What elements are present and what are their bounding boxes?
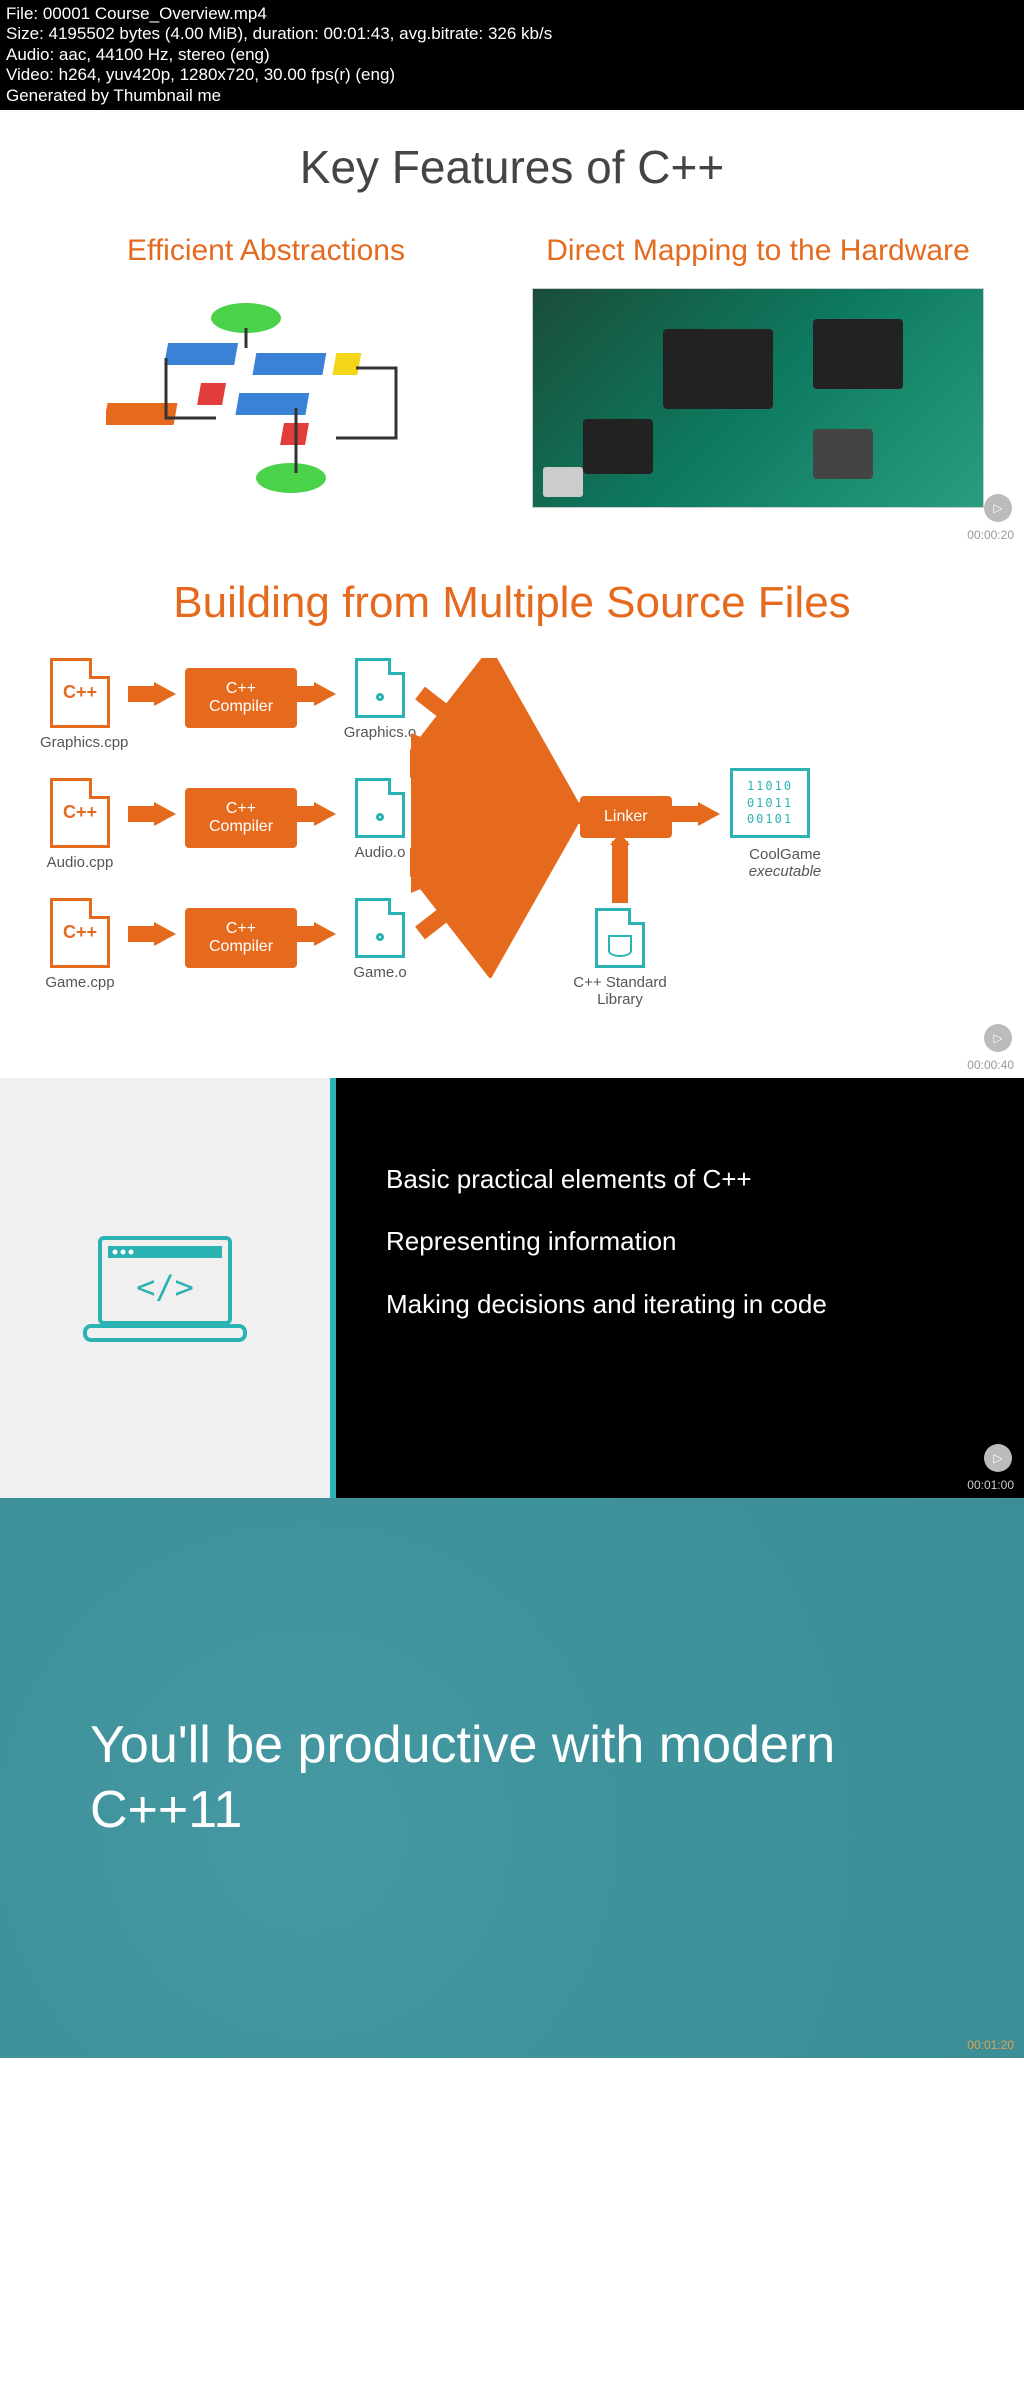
build-diagram: C++ Graphics.cpp C++ Compiler Graphics.o… <box>30 658 994 1038</box>
slide-bullets: </> Basic practical elements of C++ Repr… <box>0 1078 1024 1498</box>
file-info-header: File: 00001 Course_Overview.mp4 Size: 41… <box>0 0 1024 110</box>
feature-hardware: Direct Mapping to the Hardware <box>532 234 984 508</box>
arrow-icon <box>314 682 336 706</box>
arrow-icon <box>128 806 156 822</box>
object-file-icon <box>355 778 405 838</box>
compiler-box-2: C++ Compiler <box>185 788 297 848</box>
laptop-code-icon: </> <box>75 1228 255 1348</box>
arrow-icon <box>698 802 720 826</box>
cpp-file-icon: C++ <box>50 898 110 968</box>
arrow-icon <box>670 806 700 822</box>
audio-cpp-file: C++ Audio.cpp <box>40 778 120 871</box>
arrow-icon <box>154 802 176 826</box>
cpp-file-icon: C++ <box>50 778 110 848</box>
compiler-box-3: C++ Compiler <box>185 908 297 968</box>
timestamp-4: 00:01:20 <box>967 2038 1014 2052</box>
file-size-line: Size: 4195502 bytes (4.00 MiB), duration… <box>6 24 1018 44</box>
slide3-content: Basic practical elements of C++ Represen… <box>330 1078 1024 1498</box>
file-generator-line: Generated by Thumbnail me <box>6 86 1018 106</box>
exe-sub-label: executable <box>730 863 840 880</box>
graphics-cpp-label: Graphics.cpp <box>40 734 120 751</box>
arrow-icon <box>314 802 336 826</box>
circuit-board-icon <box>532 288 984 508</box>
arrow-icon <box>154 682 176 706</box>
audio-o-file: Audio.o <box>340 778 420 861</box>
object-file-icon <box>355 658 405 718</box>
timestamp-2: 00:00:40 <box>967 1058 1014 1072</box>
arrow-up-icon <box>605 833 635 908</box>
game-cpp-label: Game.cpp <box>40 974 120 991</box>
arrow-icon <box>288 926 316 942</box>
object-file-icon <box>355 898 405 958</box>
file-video-line: Video: h264, yuv420p, 1280x720, 30.00 fp… <box>6 65 1018 85</box>
game-o-file: Game.o <box>340 898 420 981</box>
arrow-icon <box>288 686 316 702</box>
graphics-o-file: Graphics.o <box>340 658 420 741</box>
arrow-icon <box>154 922 176 946</box>
audio-o-label: Audio.o <box>340 844 420 861</box>
feature-abstractions-title: Efficient Abstractions <box>40 234 492 268</box>
stdlib-block: C++ Standard Library <box>550 908 690 1008</box>
game-cpp-file: C++ Game.cpp <box>40 898 120 991</box>
feature-abstractions: Efficient Abstractions <box>40 234 492 508</box>
slide-key-features: Key Features of C++ Efficient Abstractio… <box>0 110 1024 548</box>
executable-block: 110100101100101 CoolGame executable <box>730 768 840 880</box>
slide3-graphic: </> <box>0 1078 330 1498</box>
abstractions-diagram-icon <box>40 288 492 508</box>
slide1-title: Key Features of C++ <box>40 140 984 194</box>
stdlib-label: C++ Standard Library <box>550 974 690 1008</box>
arrow-icon <box>128 926 156 942</box>
timestamp-1: 00:00:20 <box>967 528 1014 542</box>
slide-building-source: Building from Multiple Source Files C++ … <box>0 548 1024 1078</box>
slide4-heading: You'll be productive with modern C++11 <box>90 1713 934 1843</box>
exe-name-label: CoolGame <box>730 846 840 863</box>
arrow-icon <box>314 922 336 946</box>
audio-cpp-label: Audio.cpp <box>40 854 120 871</box>
graphics-o-label: Graphics.o <box>340 724 420 741</box>
bullet-2: Representing information <box>386 1210 974 1272</box>
svg-text:</>: </> <box>136 1268 194 1306</box>
linker-box: Linker <box>580 796 672 838</box>
timestamp-3: 00:01:00 <box>967 1478 1014 1492</box>
arrow-icon <box>288 806 316 822</box>
compiler-box-1: C++ Compiler <box>185 668 297 728</box>
file-name-line: File: 00001 Course_Overview.mp4 <box>6 4 1018 24</box>
cpp-file-icon: C++ <box>50 658 110 728</box>
bullet-3: Making decisions and iterating in code <box>386 1273 974 1335</box>
play-icon: ▷ <box>984 494 1012 522</box>
library-icon <box>595 908 645 968</box>
arrow-icon <box>128 686 156 702</box>
slide2-title: Building from Multiple Source Files <box>30 578 994 628</box>
bullet-1: Basic practical elements of C++ <box>386 1148 974 1210</box>
executable-icon: 110100101100101 <box>730 768 810 838</box>
play-icon: ▷ <box>984 1024 1012 1052</box>
play-icon: ▷ <box>984 1444 1012 1472</box>
graphics-cpp-file: C++ Graphics.cpp <box>40 658 120 751</box>
file-audio-line: Audio: aac, 44100 Hz, stereo (eng) <box>6 45 1018 65</box>
slide-productive: You'll be productive with modern C++11 0… <box>0 1498 1024 2058</box>
feature-hardware-title: Direct Mapping to the Hardware <box>532 234 984 268</box>
game-o-label: Game.o <box>340 964 420 981</box>
